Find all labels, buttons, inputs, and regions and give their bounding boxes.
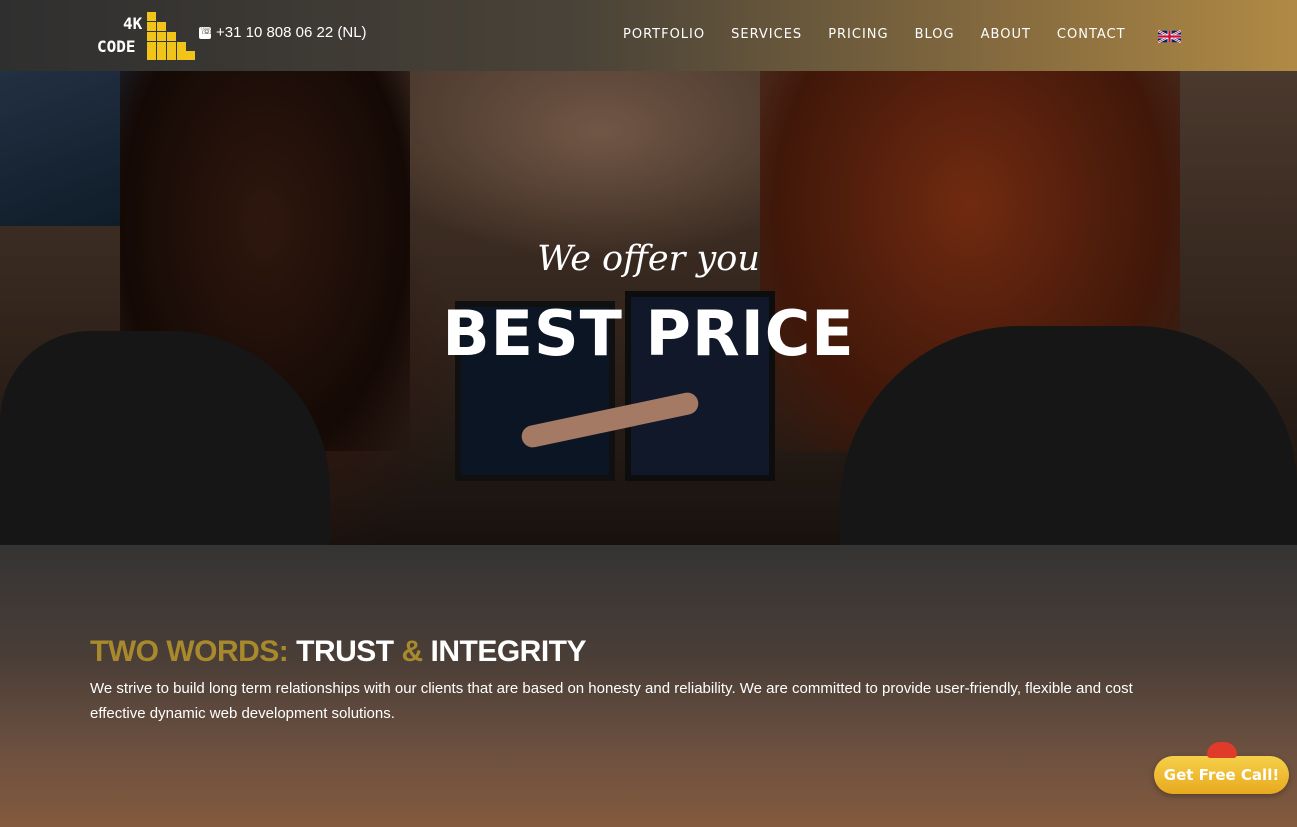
hero-subtitle: We offer you: [537, 239, 760, 279]
hero-title: BEST PRICE: [442, 297, 855, 370]
heading-prefix: TWO WORDS:: [90, 635, 289, 668]
nav-contact[interactable]: CONTACT: [1057, 27, 1126, 42]
site-logo[interactable]: 4K CODE: [97, 12, 195, 60]
heading-ampersand: &: [401, 635, 423, 668]
nav-services[interactable]: SERVICES: [731, 27, 802, 42]
nav-portfolio[interactable]: PORTFOLIO: [623, 27, 705, 42]
get-free-call-button[interactable]: Get Free Call!: [1154, 756, 1289, 794]
hero-banner: We offer you BEST PRICE: [0, 71, 1297, 545]
phone-icon: [199, 24, 214, 39]
phone-number: +31 10 808 06 22 (NL): [216, 24, 367, 41]
nav-pricing[interactable]: PRICING: [828, 27, 888, 42]
section-body-text: We strive to build long term relationshi…: [90, 680, 1133, 722]
uk-flag-icon[interactable]: [1158, 29, 1181, 44]
phone-link[interactable]: +31 10 808 06 22 (NL): [199, 24, 367, 41]
logo-text-code: CODE: [97, 37, 136, 56]
site-header: 4K CODE +31 10 808 06 22 (NL) PORTFOLIO …: [0, 0, 1297, 71]
heading-trust: TRUST: [296, 635, 394, 668]
nav-blog[interactable]: BLOG: [915, 27, 955, 42]
logo-text-4k: 4K: [123, 14, 143, 33]
nav-about[interactable]: ABOUT: [981, 27, 1031, 42]
main-nav: PORTFOLIO SERVICES PRICING BLOG ABOUT CO…: [623, 27, 1152, 42]
section-heading: TWO WORDS: TRUST & INTEGRITY: [90, 635, 587, 669]
trust-section: TWO WORDS: TRUST & INTEGRITY We strive t…: [0, 545, 1297, 827]
stacked-blocks-logo-icon: [147, 12, 195, 60]
telephone-icon[interactable]: [1207, 742, 1237, 758]
heading-integrity: INTEGRITY: [430, 635, 587, 668]
